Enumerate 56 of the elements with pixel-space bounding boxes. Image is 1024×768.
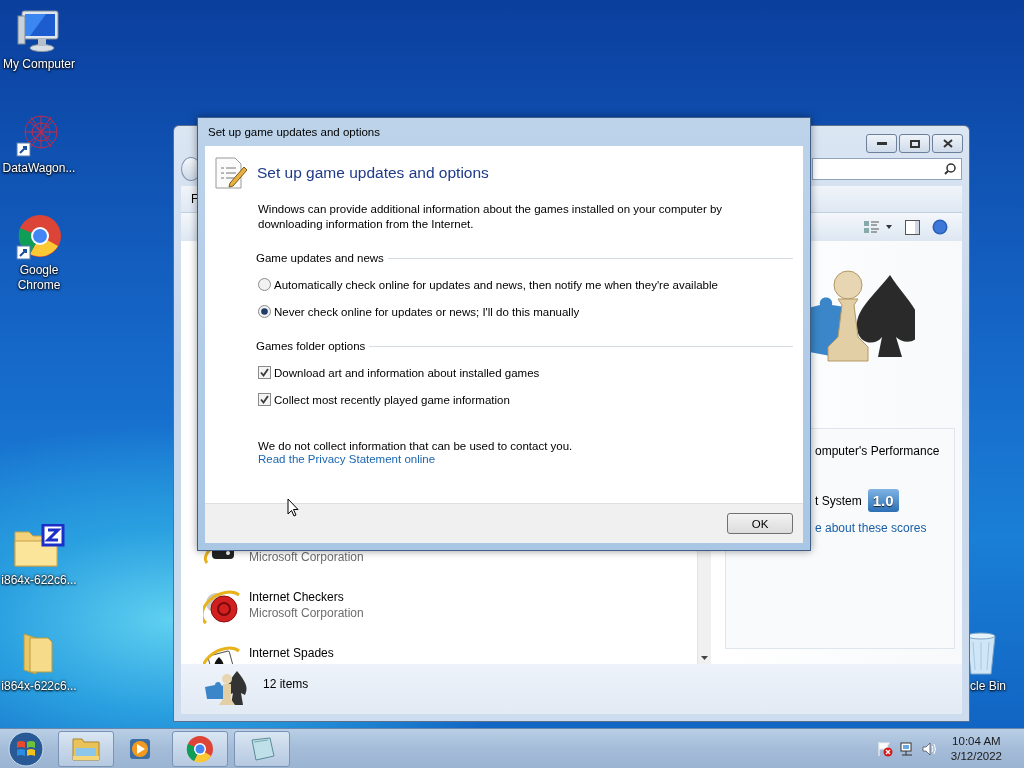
scores-link[interactable]: e about these scores (815, 521, 954, 535)
network-icon[interactable] (898, 740, 915, 757)
chrome-icon (186, 734, 214, 763)
chrome-icon (16, 214, 62, 260)
game-publisher: Microsoft Corporation (249, 606, 364, 620)
group-label: Game updates and news (256, 252, 384, 264)
privacy-link[interactable]: Read the Privacy Statement online (258, 453, 436, 465)
notepad-icon (248, 735, 276, 762)
radio-button[interactable] (258, 305, 271, 318)
start-button[interactable] (6, 730, 46, 767)
minimize-button[interactable] (866, 134, 897, 153)
game-publisher: Microsoft Corporation (249, 550, 364, 564)
intro-text: Windows can provide additional information about the games installed on your computer by downloading information from the Internet. (258, 202, 724, 232)
ok-button[interactable]: OK (727, 513, 793, 534)
dialog-heading: Set up game updates and options (257, 164, 489, 182)
privacy-note: We do not collect information that can be used to contact you. (258, 440, 574, 452)
checker-piece-icon (203, 589, 241, 627)
folder-icon (71, 735, 101, 762)
flag-icon[interactable] (876, 740, 893, 757)
option-label[interactable]: Automatically check online for updates and news, then notify me when they're available (274, 278, 718, 291)
desktop-icon-label[interactable]: Google Chrome (14, 263, 64, 293)
checkbox[interactable] (258, 393, 271, 406)
search-icon (944, 163, 956, 175)
game-title[interactable]: Internet Spades (249, 646, 334, 660)
volume-icon[interactable] (920, 740, 937, 757)
play-icon (128, 736, 152, 761)
close-icon (942, 139, 953, 148)
panel-heading: omputer's Performance (815, 444, 941, 458)
zip-folder-icon (13, 524, 65, 570)
score-label: t System (815, 493, 862, 508)
desktop-icon-label[interactable]: My Computer (3, 57, 75, 72)
restore-icon (909, 139, 920, 148)
option-label[interactable]: Download art and information about installed games (274, 366, 540, 379)
window-title: Set up game updates and options (207, 125, 381, 140)
score-badge: 1.0 (867, 489, 899, 512)
item-count: 12 items (263, 677, 309, 691)
minimize-icon (876, 141, 887, 146)
desktop-icon-label[interactable]: cle Bin (970, 679, 1007, 694)
game-title[interactable]: Internet Checkers (249, 590, 364, 604)
desktop-icon-label[interactable]: DataWagon... (2, 161, 76, 176)
close-button[interactable] (932, 134, 963, 153)
computer-icon (16, 8, 62, 54)
taskbar-button[interactable] (172, 730, 228, 767)
preview-pane-icon (905, 219, 920, 235)
option-label[interactable]: Collect most recently played game information (274, 393, 510, 406)
scroll-down-arrow-icon[interactable] (701, 656, 708, 660)
search-field[interactable] (812, 158, 962, 180)
clock-time[interactable]: 10:04 AM (952, 733, 1001, 749)
option-label[interactable]: Never check online for updates or news; I'll do this manually (274, 305, 580, 318)
view-options-icon (863, 220, 893, 234)
document-pencil-icon (213, 156, 247, 190)
checkbox[interactable] (258, 366, 271, 379)
group-label: Games folder options (256, 340, 366, 352)
maximize-button[interactable] (899, 134, 930, 153)
radio-button[interactable] (258, 278, 271, 291)
clock-date[interactable]: 3/12/2022 (950, 748, 1002, 764)
